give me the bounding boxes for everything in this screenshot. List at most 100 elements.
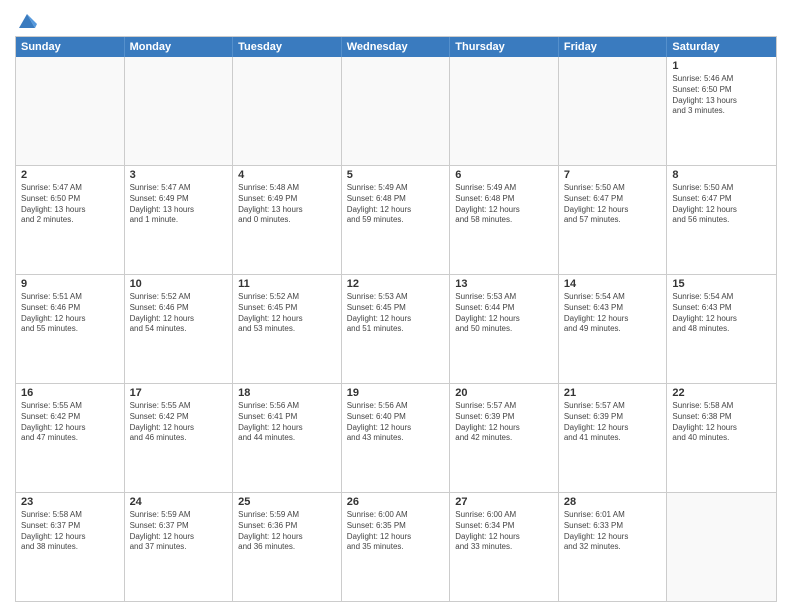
day-info: Sunrise: 5:53 AM Sunset: 6:44 PM Dayligh… [455,292,553,335]
day-number: 27 [455,496,553,508]
day-number: 19 [347,387,445,399]
weekday-header: Saturday [667,37,776,57]
day-info: Sunrise: 5:49 AM Sunset: 6:48 PM Dayligh… [347,183,445,226]
calendar-cell: 17 Sunrise: 5:55 AM Sunset: 6:42 PM Dayli… [125,384,234,492]
day-info: Sunrise: 5:49 AM Sunset: 6:48 PM Dayligh… [455,183,553,226]
day-info: Sunrise: 5:59 AM Sunset: 6:36 PM Dayligh… [238,510,336,553]
calendar-cell: 28 Sunrise: 6:01 AM Sunset: 6:33 PM Dayli… [559,493,668,601]
day-info: Sunrise: 5:58 AM Sunset: 6:37 PM Dayligh… [21,510,119,553]
calendar-cell [342,57,451,165]
calendar-row: 23 Sunrise: 5:58 AM Sunset: 6:37 PM Dayli… [16,493,776,601]
day-number: 18 [238,387,336,399]
calendar-cell [667,493,776,601]
calendar-cell: 26 Sunrise: 6:00 AM Sunset: 6:35 PM Dayli… [342,493,451,601]
day-info: Sunrise: 5:51 AM Sunset: 6:46 PM Dayligh… [21,292,119,335]
calendar-cell: 4Sunrise: 5:48 AM Sunset: 6:49 PM Daylig… [233,166,342,274]
weekday-header: Wednesday [342,37,451,57]
calendar-cell: 25 Sunrise: 5:59 AM Sunset: 6:36 PM Dayli… [233,493,342,601]
calendar-cell: 22Sunrise: 5:58 AM Sunset: 6:38 PM Dayli… [667,384,776,492]
day-info: Sunrise: 5:55 AM Sunset: 6:42 PM Dayligh… [130,401,228,444]
calendar-cell: 8 Sunrise: 5:50 AM Sunset: 6:47 PM Daylig… [667,166,776,274]
calendar-cell: 2Sunrise: 5:47 AM Sunset: 6:50 PM Daylig… [16,166,125,274]
calendar-cell: 10 Sunrise: 5:52 AM Sunset: 6:46 PM Dayli… [125,275,234,383]
day-info: Sunrise: 5:46 AM Sunset: 6:50 PM Dayligh… [672,74,771,117]
day-info: Sunrise: 5:57 AM Sunset: 6:39 PM Dayligh… [455,401,553,444]
calendar-cell: 9 Sunrise: 5:51 AM Sunset: 6:46 PM Daylig… [16,275,125,383]
day-number: 28 [564,496,662,508]
day-number: 11 [238,278,336,290]
calendar-cell: 12 Sunrise: 5:53 AM Sunset: 6:45 PM Dayli… [342,275,451,383]
calendar-row: 1 Sunrise: 5:46 AM Sunset: 6:50 PM Daylig… [16,57,776,166]
day-info: Sunrise: 5:50 AM Sunset: 6:47 PM Dayligh… [672,183,771,226]
calendar-cell: 18 Sunrise: 5:56 AM Sunset: 6:41 PM Dayli… [233,384,342,492]
day-number: 26 [347,496,445,508]
day-number: 23 [21,496,119,508]
day-number: 6 [455,169,553,181]
calendar: SundayMondayTuesdayWednesdayThursdayFrid… [15,36,777,602]
logo-text [15,10,37,30]
day-number: 14 [564,278,662,290]
calendar-row: 16 Sunrise: 5:55 AM Sunset: 6:42 PM Dayli… [16,384,776,493]
day-info: Sunrise: 5:52 AM Sunset: 6:45 PM Dayligh… [238,292,336,335]
day-number: 25 [238,496,336,508]
day-number: 3 [130,169,228,181]
day-info: Sunrise: 5:52 AM Sunset: 6:46 PM Dayligh… [130,292,228,335]
calendar-cell [16,57,125,165]
calendar-cell: 3 Sunrise: 5:47 AM Sunset: 6:49 PM Daylig… [125,166,234,274]
calendar-cell: 5 Sunrise: 5:49 AM Sunset: 6:48 PM Daylig… [342,166,451,274]
day-info: Sunrise: 6:00 AM Sunset: 6:35 PM Dayligh… [347,510,445,553]
calendar-cell: 14 Sunrise: 5:54 AM Sunset: 6:43 PM Dayli… [559,275,668,383]
calendar-cell: 6 Sunrise: 5:49 AM Sunset: 6:48 PM Daylig… [450,166,559,274]
day-info: Sunrise: 5:53 AM Sunset: 6:45 PM Dayligh… [347,292,445,335]
calendar-cell: 13 Sunrise: 5:53 AM Sunset: 6:44 PM Dayli… [450,275,559,383]
day-number: 10 [130,278,228,290]
day-number: 7 [564,169,662,181]
calendar-cell: 1 Sunrise: 5:46 AM Sunset: 6:50 PM Daylig… [667,57,776,165]
day-info: Sunrise: 5:47 AM Sunset: 6:49 PM Dayligh… [130,183,228,226]
day-info: Sunrise: 5:56 AM Sunset: 6:41 PM Dayligh… [238,401,336,444]
calendar-cell: 27 Sunrise: 6:00 AM Sunset: 6:34 PM Dayli… [450,493,559,601]
day-number: 20 [455,387,553,399]
day-number: 9 [21,278,119,290]
logo [15,10,37,30]
day-number: 22 [672,387,771,399]
calendar-cell [233,57,342,165]
calendar-cell: 24Sunrise: 5:59 AM Sunset: 6:37 PM Dayli… [125,493,234,601]
weekday-header: Thursday [450,37,559,57]
day-number: 2 [21,169,119,181]
day-number: 24 [130,496,228,508]
day-info: Sunrise: 5:54 AM Sunset: 6:43 PM Dayligh… [672,292,771,335]
day-info: Sunrise: 5:57 AM Sunset: 6:39 PM Dayligh… [564,401,662,444]
calendar-cell: 23 Sunrise: 5:58 AM Sunset: 6:37 PM Dayli… [16,493,125,601]
weekday-header: Sunday [16,37,125,57]
weekday-header: Tuesday [233,37,342,57]
day-number: 16 [21,387,119,399]
calendar-cell: 19Sunrise: 5:56 AM Sunset: 6:40 PM Dayli… [342,384,451,492]
day-number: 13 [455,278,553,290]
day-info: Sunrise: 5:50 AM Sunset: 6:47 PM Dayligh… [564,183,662,226]
day-info: Sunrise: 6:00 AM Sunset: 6:34 PM Dayligh… [455,510,553,553]
calendar-row: 9 Sunrise: 5:51 AM Sunset: 6:46 PM Daylig… [16,275,776,384]
day-number: 8 [672,169,771,181]
calendar-cell: 7 Sunrise: 5:50 AM Sunset: 6:47 PM Daylig… [559,166,668,274]
calendar-cell [450,57,559,165]
calendar-cell: 15 Sunrise: 5:54 AM Sunset: 6:43 PM Dayli… [667,275,776,383]
calendar-header: SundayMondayTuesdayWednesdayThursdayFrid… [16,37,776,57]
day-info: Sunrise: 5:55 AM Sunset: 6:42 PM Dayligh… [21,401,119,444]
day-info: Sunrise: 5:48 AM Sunset: 6:49 PM Dayligh… [238,183,336,226]
day-number: 5 [347,169,445,181]
calendar-cell [559,57,668,165]
header [15,10,777,30]
day-number: 1 [672,60,771,72]
weekday-header: Friday [559,37,668,57]
day-number: 15 [672,278,771,290]
calendar-cell: 16 Sunrise: 5:55 AM Sunset: 6:42 PM Dayli… [16,384,125,492]
weekday-header: Monday [125,37,234,57]
day-number: 12 [347,278,445,290]
day-info: Sunrise: 5:54 AM Sunset: 6:43 PM Dayligh… [564,292,662,335]
day-info: Sunrise: 6:01 AM Sunset: 6:33 PM Dayligh… [564,510,662,553]
calendar-cell: 20 Sunrise: 5:57 AM Sunset: 6:39 PM Dayli… [450,384,559,492]
day-number: 17 [130,387,228,399]
calendar-cell: 11 Sunrise: 5:52 AM Sunset: 6:45 PM Dayli… [233,275,342,383]
calendar-row: 2Sunrise: 5:47 AM Sunset: 6:50 PM Daylig… [16,166,776,275]
